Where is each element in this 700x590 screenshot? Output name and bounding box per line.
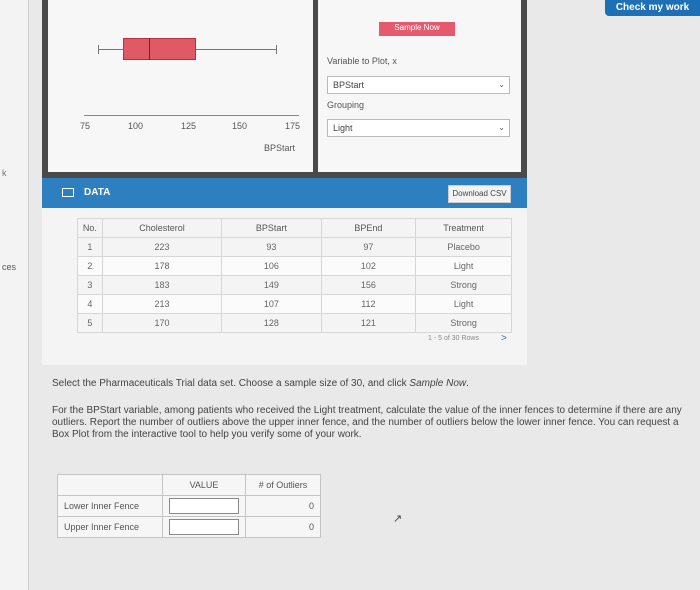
- table-cell: 178: [101, 256, 223, 276]
- instruction-prefix: Select the Pharmaceuticals Trial data se…: [52, 378, 410, 389]
- table-header-row: No. Cholesterol BPStart BPEnd Treatment: [77, 218, 512, 238]
- table-cell: 93: [221, 237, 322, 257]
- mouse-cursor-icon: ↗: [393, 513, 403, 525]
- table-cell: Strong: [415, 313, 512, 333]
- upper-fence-value-input[interactable]: [169, 519, 239, 535]
- data-title: DATA: [84, 187, 111, 198]
- side-label[interactable]: ces: [2, 262, 16, 272]
- pager-info: 1 - 5 of 30 Rows: [428, 335, 479, 342]
- answer-row-label: Lower Inner Fence: [57, 495, 163, 517]
- column-header: Treatment: [415, 218, 512, 238]
- table-cell: Placebo: [415, 237, 512, 257]
- download-csv-button[interactable]: Download CSV: [448, 185, 511, 203]
- variable-select-value: BPStart: [333, 80, 365, 90]
- grouping-select-value: Light: [333, 123, 353, 133]
- variable-select[interactable]: BPStart ⌄: [327, 76, 510, 94]
- answer-header-row: VALUE # of Outliers: [57, 474, 321, 496]
- table-cell: 121: [320, 313, 417, 333]
- table-cell: 97: [320, 237, 417, 257]
- table-icon: [62, 188, 74, 197]
- table-cell: 3: [77, 275, 103, 295]
- table-cell: 102: [320, 256, 417, 276]
- grouping-label: Grouping: [327, 100, 365, 110]
- lower-fence-outliers-input[interactable]: 0: [245, 495, 321, 517]
- table-cell: 223: [101, 237, 223, 257]
- column-header: No.: [77, 218, 103, 238]
- axis-title: BPStart: [264, 143, 296, 153]
- axis-tick: 150: [232, 121, 248, 131]
- table-row: 3 183 149 156 Strong: [77, 275, 512, 295]
- table-cell: Light: [415, 294, 512, 314]
- instruction-suffix: .: [466, 378, 469, 389]
- lower-fence-value-cell: [162, 495, 246, 517]
- chevron-down-icon: ⌄: [498, 123, 505, 132]
- column-header: BPStart: [221, 218, 322, 238]
- side-mark: k: [2, 168, 7, 178]
- answer-row-label: Upper Inner Fence: [57, 516, 163, 538]
- check-my-work-button[interactable]: Check my work: [605, 0, 700, 16]
- chevron-down-icon: ⌄: [498, 80, 505, 89]
- question-body: For the BPStart variable, among patients…: [52, 405, 682, 440]
- data-table: No. Cholesterol BPStart BPEnd Treatment …: [77, 218, 512, 333]
- table-cell: 107: [221, 294, 322, 314]
- table-cell: 106: [221, 256, 322, 276]
- table-cell: 128: [221, 313, 322, 333]
- axis-tick: 75: [80, 121, 91, 131]
- grouping-select[interactable]: Light ⌄: [327, 119, 510, 137]
- answer-table: VALUE # of Outliers Lower Inner Fence 0 …: [57, 474, 321, 538]
- variable-label: Variable to Plot, x: [327, 56, 397, 66]
- sample-now-button[interactable]: Sample Now: [379, 22, 455, 36]
- table-cell: 149: [221, 275, 322, 295]
- upper-fence-outliers-input[interactable]: 0: [245, 516, 321, 538]
- boxplot-box: [123, 38, 196, 60]
- lower-fence-value-input[interactable]: [169, 498, 239, 514]
- axis-tick: 125: [181, 121, 197, 131]
- answer-header-blank: [57, 474, 163, 496]
- table-cell: 213: [101, 294, 223, 314]
- instruction-action: Sample Now: [409, 378, 467, 389]
- boxplot-whisker-max: [276, 45, 277, 54]
- table-cell: 156: [320, 275, 417, 295]
- question-instruction: Select the Pharmaceuticals Trial data se…: [52, 378, 687, 390]
- table-cell: 170: [101, 313, 223, 333]
- column-header: Cholesterol: [101, 218, 223, 238]
- table-cell: 5: [77, 313, 103, 333]
- answer-row: Lower Inner Fence 0: [57, 495, 321, 517]
- boxplot-axis: [84, 115, 299, 116]
- next-page-button[interactable]: >: [501, 333, 507, 344]
- upper-fence-value-cell: [162, 516, 246, 538]
- table-row: 2 178 106 102 Light: [77, 256, 512, 276]
- table-cell: 4: [77, 294, 103, 314]
- table-cell: Light: [415, 256, 512, 276]
- answer-row: Upper Inner Fence 0: [57, 516, 321, 538]
- left-sidebar-strip: [0, 0, 29, 590]
- boxplot-whisker-min: [98, 45, 99, 54]
- table-row: 4 213 107 112 Light: [77, 294, 512, 314]
- axis-tick: 175: [285, 121, 301, 131]
- answer-col-outliers: # of Outliers: [245, 474, 321, 496]
- table-row: 1 223 93 97 Placebo: [77, 237, 512, 257]
- boxplot-median: [149, 38, 150, 60]
- table-cell: 183: [101, 275, 223, 295]
- table-row: 5 170 128 121 Strong: [77, 313, 512, 333]
- table-cell: Strong: [415, 275, 512, 295]
- table-cell: 1: [77, 237, 103, 257]
- table-cell: 2: [77, 256, 103, 276]
- answer-col-value: VALUE: [162, 474, 246, 496]
- column-header: BPEnd: [320, 218, 417, 238]
- axis-tick: 100: [128, 121, 144, 131]
- table-cell: 112: [320, 294, 417, 314]
